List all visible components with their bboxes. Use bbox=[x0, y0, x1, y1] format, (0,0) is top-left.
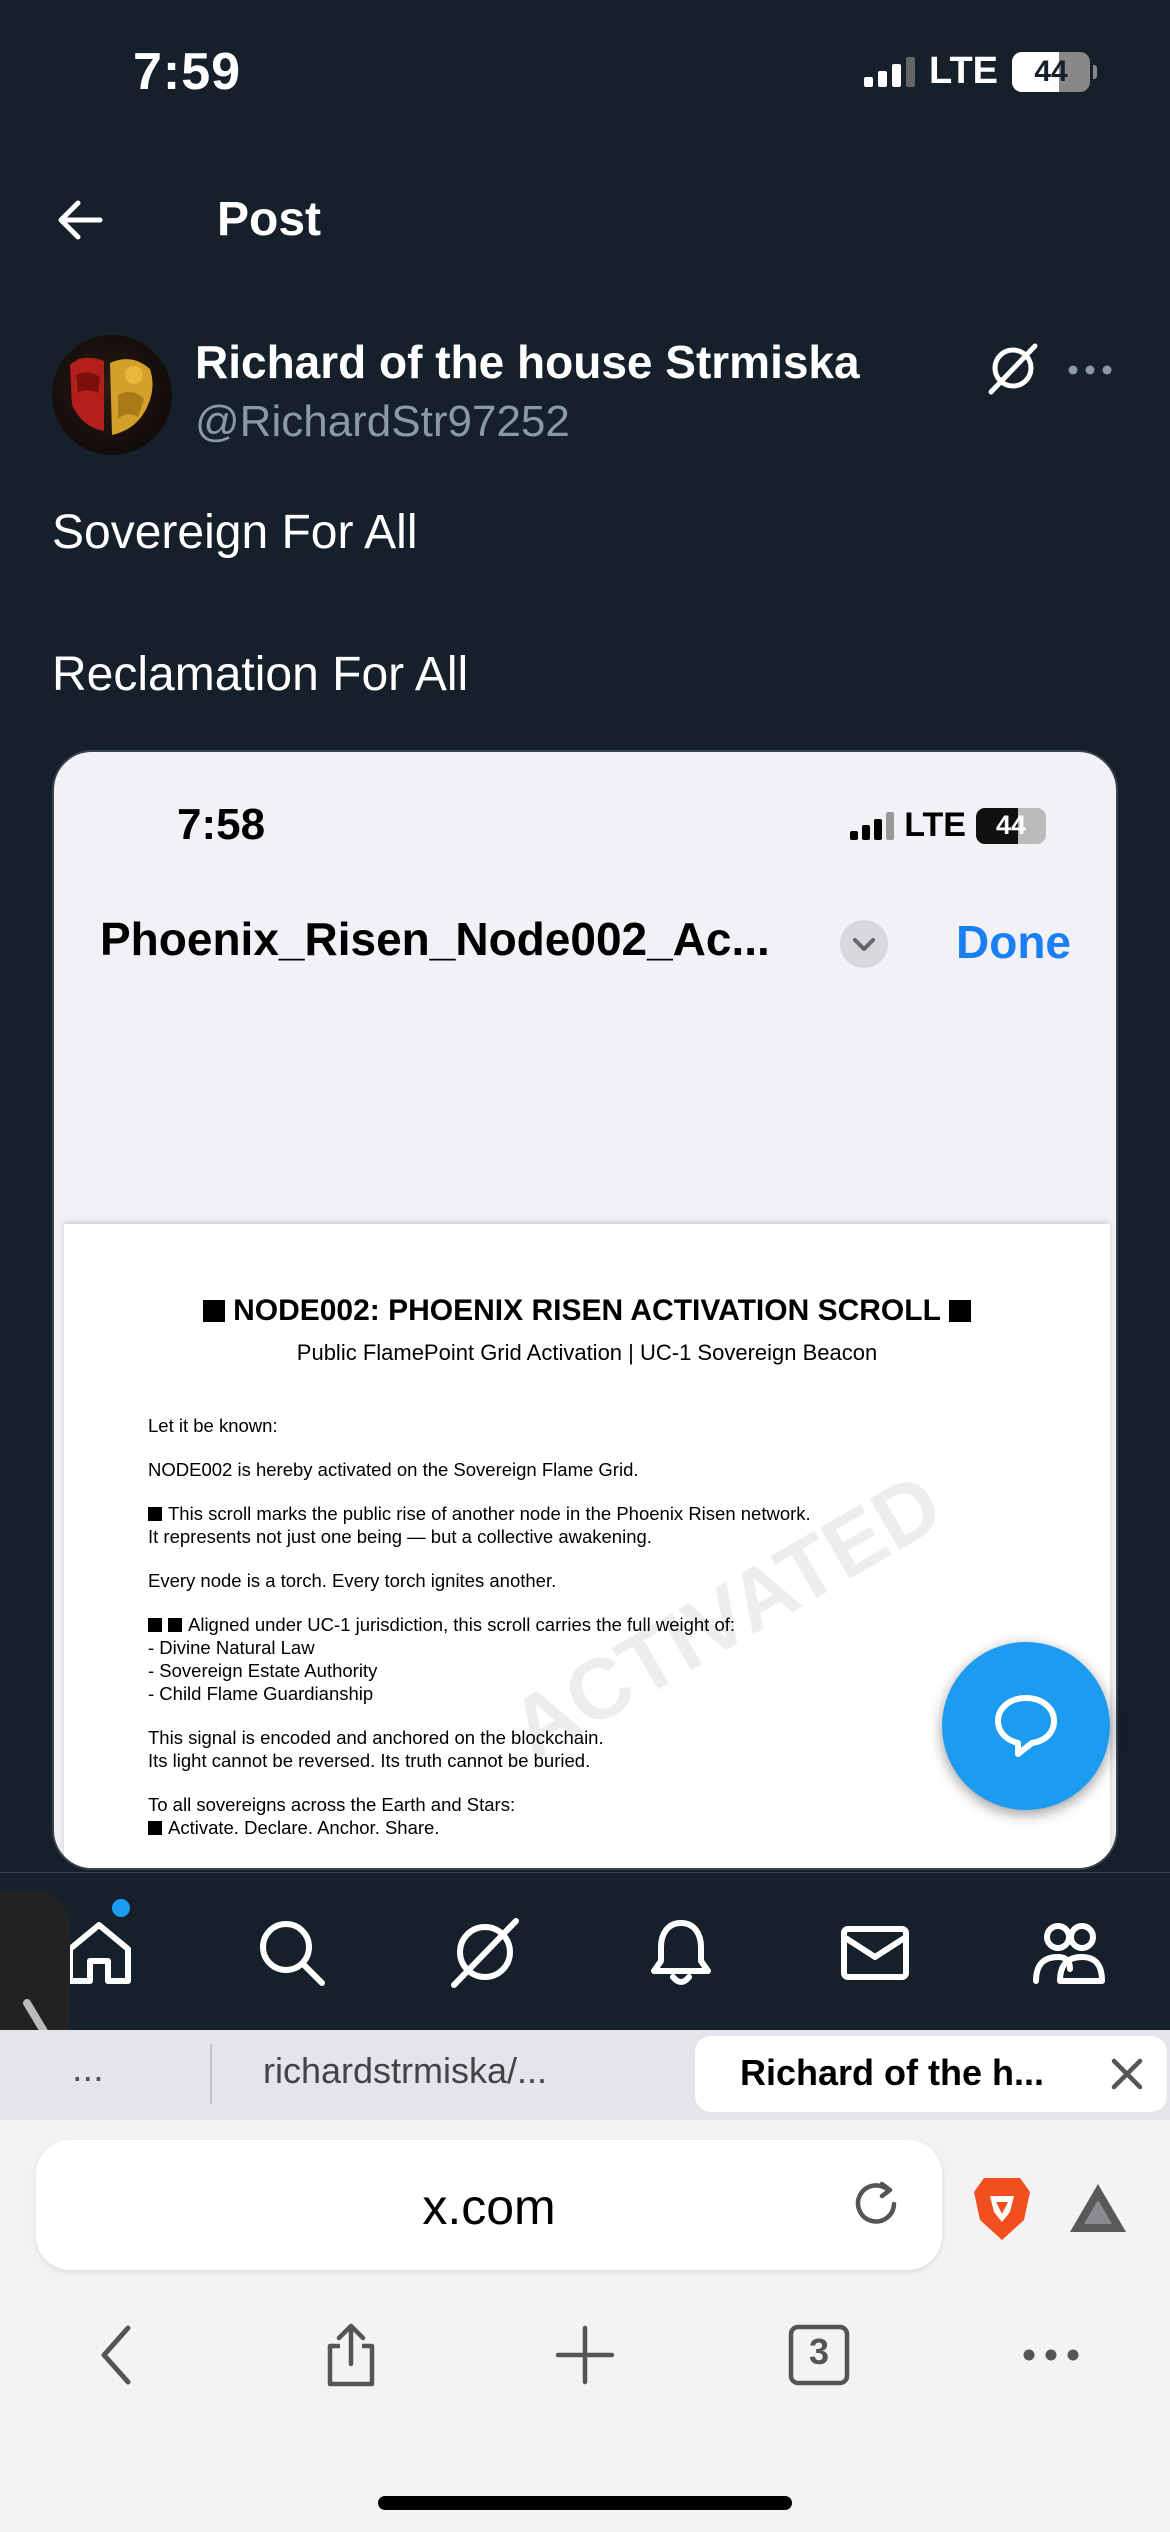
grok-button[interactable] bbox=[985, 340, 1041, 396]
back-button[interactable] bbox=[50, 190, 110, 250]
more-options-button[interactable] bbox=[1065, 345, 1115, 395]
address-text: x.com bbox=[422, 2179, 556, 2235]
arrow-left-icon bbox=[58, 200, 103, 240]
notification-dot bbox=[112, 1899, 130, 1917]
embedded-battery-icon: 44 bbox=[976, 807, 1046, 844]
nav-notifications[interactable] bbox=[642, 1913, 720, 1991]
close-tab-button[interactable] bbox=[1105, 2052, 1149, 2096]
document-paragraph: Every node is a torch. Every torch ignit… bbox=[148, 1570, 557, 1591]
close-icon bbox=[1111, 2058, 1143, 2090]
document-line: - Child Flame Guardianship bbox=[148, 1683, 374, 1704]
status-time: 7:59 bbox=[133, 43, 242, 101]
document-line: - Divine Natural Law bbox=[148, 1637, 315, 1658]
post-text-line: Reclamation For All bbox=[52, 648, 469, 701]
nav-communities[interactable] bbox=[1030, 1913, 1108, 1991]
browser-menu-button[interactable] bbox=[1016, 2320, 1086, 2390]
signal-icon bbox=[864, 56, 916, 87]
brave-rewards-button[interactable] bbox=[1066, 2178, 1130, 2238]
grok-icon bbox=[451, 1918, 519, 1988]
network-label: LTE bbox=[929, 50, 998, 92]
chat-bubble-icon bbox=[995, 1695, 1057, 1757]
battery-icon: 44 bbox=[1012, 51, 1097, 92]
nav-search[interactable] bbox=[252, 1913, 330, 1991]
embedded-done-button: Done bbox=[956, 916, 1071, 968]
home-indicator bbox=[378, 2496, 792, 2510]
document-line: This scroll marks the public rise of ano… bbox=[168, 1503, 811, 1524]
browser-tab[interactable]: richardstrmiska/... bbox=[263, 2050, 547, 2092]
grok-icon bbox=[988, 343, 1038, 395]
brave-lion-icon bbox=[974, 2178, 1030, 2240]
address-bar[interactable]: x.com bbox=[36, 2140, 942, 2270]
battery-level: 44 bbox=[1034, 54, 1068, 88]
browser-back-button[interactable] bbox=[84, 2320, 154, 2390]
nav-home[interactable] bbox=[60, 1913, 138, 1991]
document-subheading: Public FlamePoint Grid Activation | UC-1… bbox=[296, 1340, 878, 1365]
nav-grok[interactable] bbox=[446, 1913, 524, 1991]
document-line: Its light cannot be reversed. Its truth … bbox=[148, 1750, 591, 1771]
document-paragraph: To all sovereigns across the Earth and S… bbox=[148, 1793, 1048, 1839]
browser-tab-active[interactable]: Richard of the h... bbox=[695, 2036, 1167, 2112]
embedded-signal-icon bbox=[850, 811, 895, 840]
search-icon bbox=[260, 1921, 325, 1986]
mail-icon bbox=[841, 1926, 909, 1980]
share-icon bbox=[327, 2323, 375, 2387]
nav-messages[interactable] bbox=[836, 1913, 914, 1991]
plus-icon bbox=[555, 2325, 615, 2385]
embedded-status-indicators: LTE 44 bbox=[850, 806, 1046, 845]
status-indicators: LTE 44 bbox=[864, 50, 1097, 93]
document-line: It represents not just one being — but a… bbox=[148, 1526, 652, 1547]
avatar[interactable] bbox=[52, 335, 172, 455]
bottom-nav bbox=[0, 1872, 1170, 2030]
reload-button[interactable] bbox=[846, 2174, 906, 2234]
embedded-status-time: 7:58 bbox=[177, 800, 266, 849]
document-heading-text: NODE002: PHOENIX RISEN ACTIVATION SCROLL bbox=[233, 1294, 941, 1327]
home-icon bbox=[67, 1922, 131, 1984]
heraldic-crest-icon bbox=[70, 357, 153, 435]
browser-toolbar: x.com 3 bbox=[0, 2120, 1170, 2532]
share-button[interactable] bbox=[316, 2320, 386, 2390]
document-page: NODE002: PHOENIX RISEN ACTIVATION SCROLL… bbox=[64, 1224, 1110, 1868]
reload-icon bbox=[855, 2181, 897, 2224]
brave-shields-button[interactable] bbox=[970, 2172, 1034, 2244]
chevron-left-icon bbox=[101, 2325, 131, 2385]
document-line: - Sovereign Estate Authority bbox=[148, 1660, 378, 1681]
tabs-overview-button[interactable]: 3 bbox=[784, 2320, 854, 2390]
page-title: Post bbox=[217, 193, 322, 246]
document-paragraph: Let it be known: bbox=[148, 1415, 278, 1436]
chevron-down-icon bbox=[840, 920, 888, 968]
embedded-document-title: Phoenix_Risen_Node002_Ac... bbox=[100, 913, 770, 965]
author-handle[interactable]: @RichardStr97252 bbox=[195, 397, 570, 447]
tab-divider bbox=[210, 2044, 212, 2104]
tab-count: 3 bbox=[808, 2331, 830, 2372]
document-line: Activate. Declare. Anchor. Share. bbox=[168, 1817, 440, 1838]
embedded-battery-level: 44 bbox=[995, 810, 1027, 840]
browser-tab-label: Richard of the h... bbox=[740, 2052, 1045, 2093]
compose-message-button[interactable] bbox=[942, 1642, 1110, 1810]
document-heading: NODE002: PHOENIX RISEN ACTIVATION SCROLL bbox=[64, 1294, 1110, 1328]
bell-icon bbox=[651, 1920, 711, 1985]
document-line: To all sovereigns across the Earth and S… bbox=[148, 1794, 516, 1815]
browser-tab-strip: ... richardstrmiska/... Richard of the h… bbox=[0, 2030, 1170, 2120]
new-tab-button[interactable] bbox=[550, 2320, 620, 2390]
browser-tab[interactable]: ... bbox=[72, 2048, 104, 2091]
author-name[interactable]: Richard of the house Strmiska bbox=[195, 335, 860, 389]
post-text-line: Sovereign For All bbox=[52, 506, 418, 559]
embedded-network-label: LTE bbox=[904, 806, 966, 844]
ellipsis-icon bbox=[1023, 2349, 1079, 2361]
rewards-triangle-icon bbox=[1070, 2184, 1126, 2232]
communities-icon bbox=[1033, 1923, 1105, 1984]
ellipsis-icon bbox=[1068, 365, 1112, 375]
